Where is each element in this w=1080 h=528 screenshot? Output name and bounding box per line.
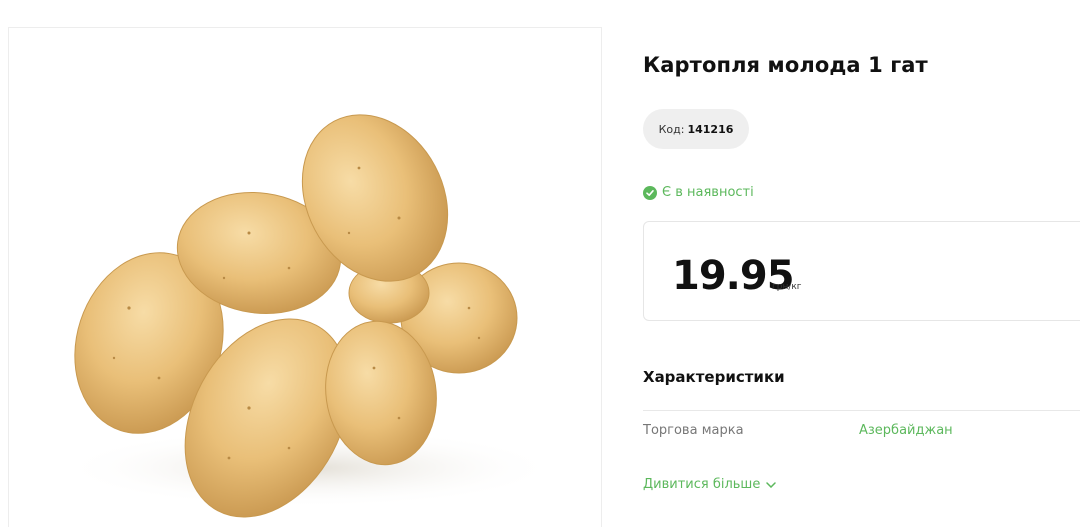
characteristics-divider [643,410,1080,411]
product-code-label: Код: [658,122,685,136]
chevron-down-icon [766,481,777,488]
product-title: Картопля молода 1 гат [643,53,928,77]
stock-status: Є в наявності [643,185,754,200]
product-code-value: 141216 [687,122,734,136]
characteristic-label: Торгова марка [643,423,744,438]
see-more-label: Дивитися більше [643,477,761,492]
stock-status-text: Є в наявності [662,185,754,200]
price-unit: грн/кг [772,282,802,292]
characteristic-value-link[interactable]: Азербайджан [859,423,953,438]
product-image-card[interactable] [8,27,602,527]
characteristics-title: Характеристики [643,368,785,386]
potato-photo [59,114,559,518]
product-code-badge: Код: 141216 [643,109,749,149]
check-circle-icon [643,185,657,200]
see-more-link[interactable]: Дивитися більше [643,477,777,492]
price-box: 19.95 грн/кг [643,221,1080,321]
